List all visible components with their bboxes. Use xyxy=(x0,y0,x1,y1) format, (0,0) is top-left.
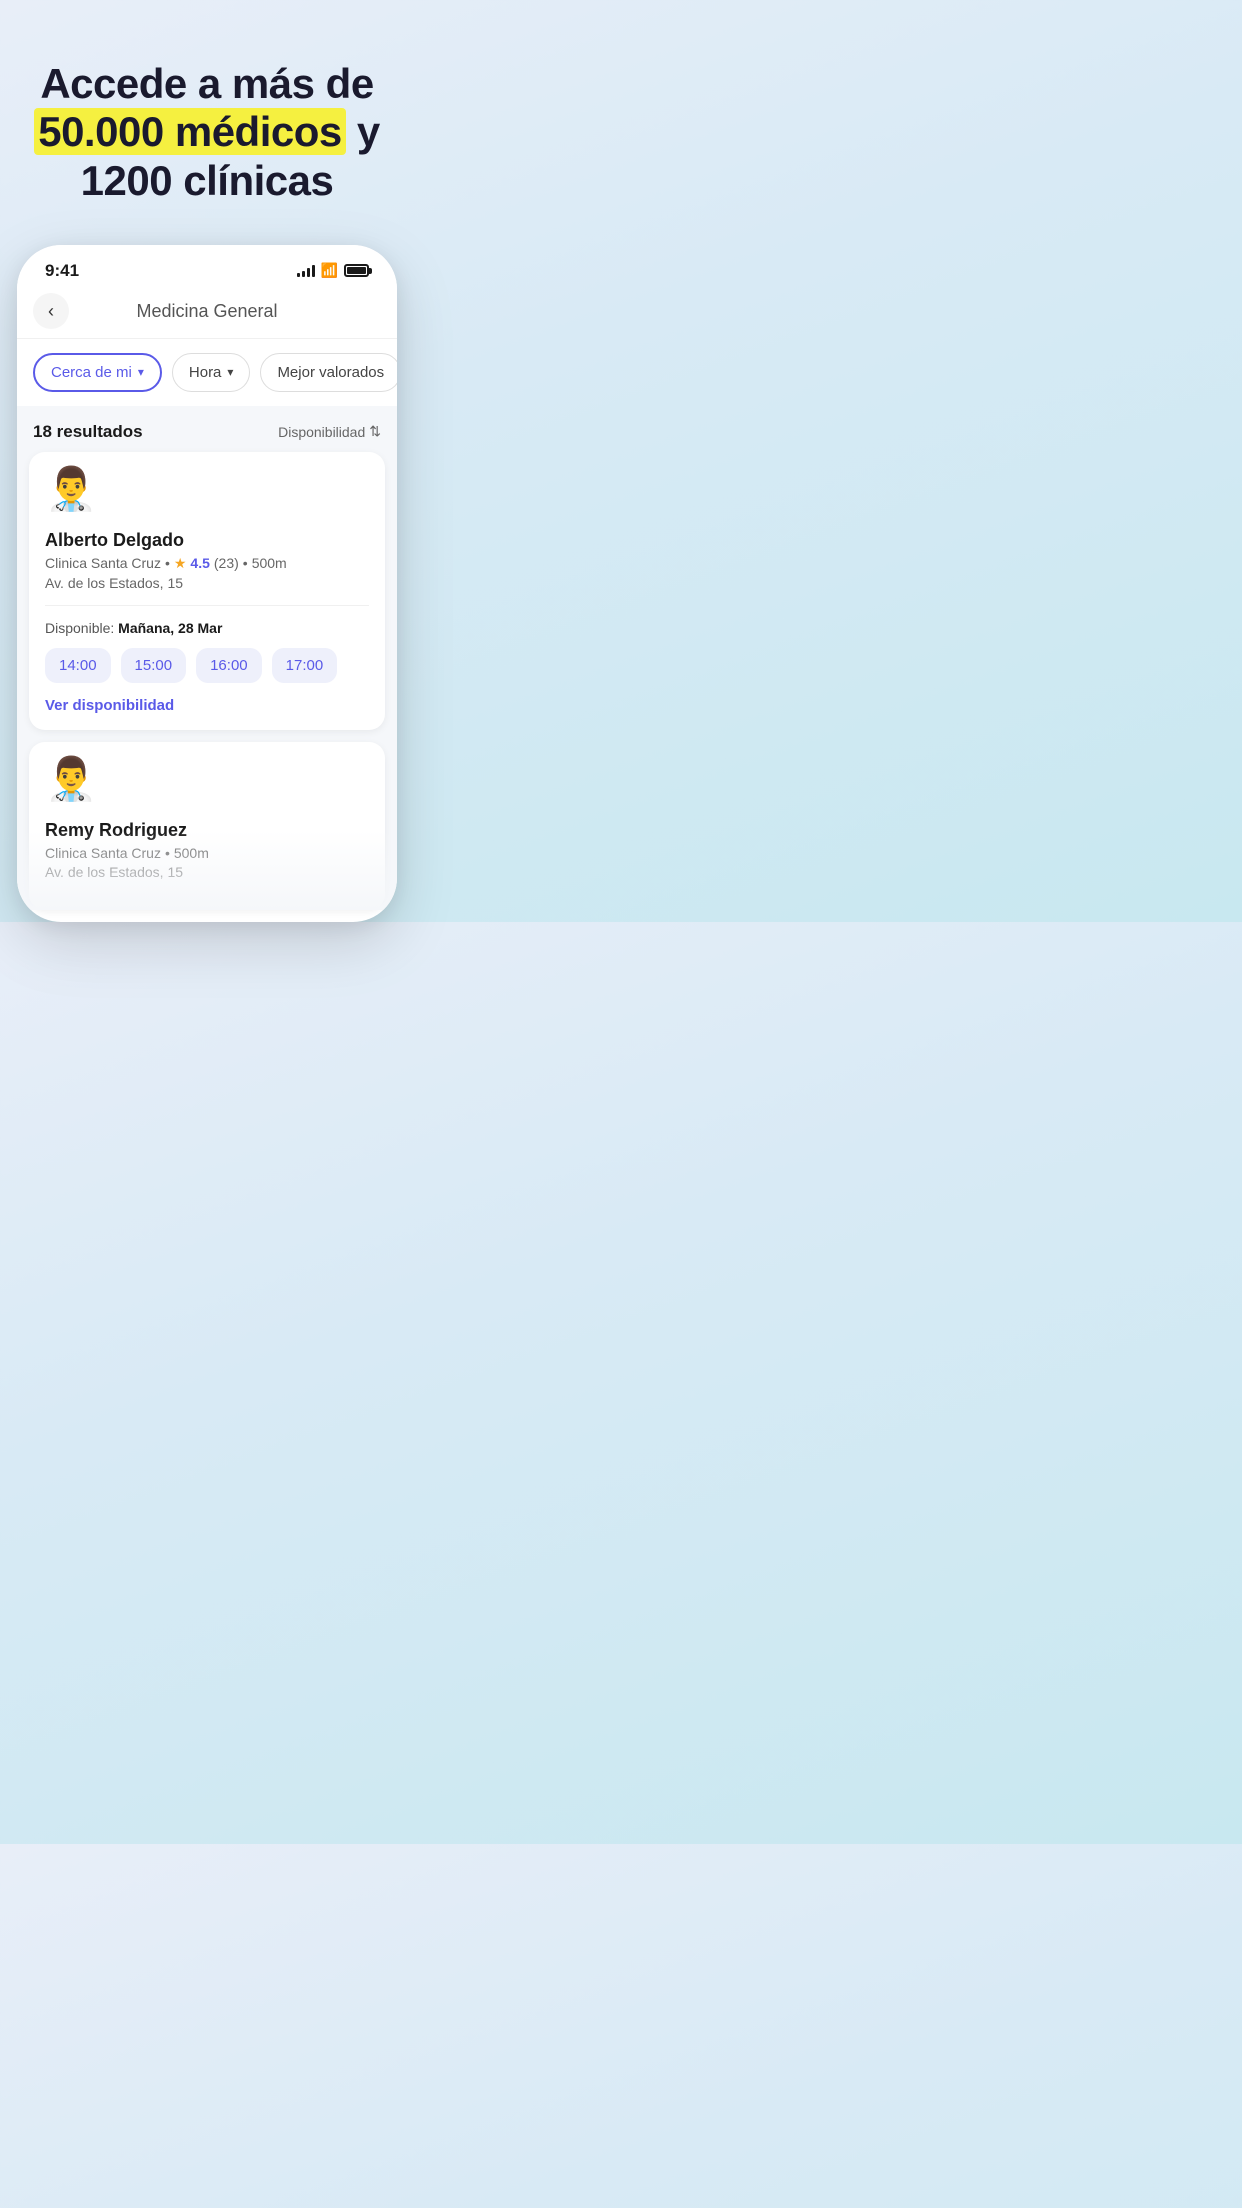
battery-icon xyxy=(344,264,369,277)
doctor-name-2: Remy Rodriguez xyxy=(45,820,369,841)
filter-bar: Cerca de mi ▾ Hora ▾ Mejor valorados xyxy=(17,339,397,406)
back-arrow-icon: ‹ xyxy=(48,302,54,320)
results-section: 18 resultados Disponibilidad ⇅ 👨‍⚕️ Albe… xyxy=(17,406,397,910)
doctor-avatar-1: 👨‍⚕️ xyxy=(45,468,97,520)
signal-icon xyxy=(297,265,315,277)
time-slot-1400[interactable]: 14:00 xyxy=(45,648,111,683)
hero-y: y xyxy=(346,108,380,155)
filter-valorados-label: Mejor valorados xyxy=(277,364,384,381)
doctor-card-2-wrapper: 👨‍⚕️ Remy Rodriguez Clinica Santa Cruz •… xyxy=(17,742,397,910)
distance-2: 500m xyxy=(174,845,209,861)
hero-section: Accede a más de 50.000 médicos y 1200 cl… xyxy=(0,0,414,245)
filter-chip-hora[interactable]: Hora ▾ xyxy=(172,353,251,392)
filter-cerca-label: Cerca de mi xyxy=(51,364,132,381)
filter-chip-valorados[interactable]: Mejor valorados xyxy=(260,353,397,392)
disponible-label-1: Disponible: Mañana, 28 Mar xyxy=(45,620,369,636)
dot-separator-1: • xyxy=(165,555,170,571)
chevron-down-icon-hora: ▾ xyxy=(227,365,233,379)
doctor-name-1: Alberto Delgado xyxy=(45,530,369,551)
disponible-date-1: Mañana, 28 Mar xyxy=(118,620,222,636)
clinic-name-2: Clinica Santa Cruz xyxy=(45,845,161,861)
sort-label: Disponibilidad xyxy=(278,424,365,440)
doctor-meta-1: Clinica Santa Cruz • ★ 4.5 (23) • 500m xyxy=(45,555,369,572)
reviews-1: (23) xyxy=(214,555,239,571)
doctor-address-2: Av. de los Estados, 15 xyxy=(45,864,369,880)
doctor-meta-2: Clinica Santa Cruz • 500m xyxy=(45,845,369,861)
status-icons: 📶 xyxy=(297,262,369,279)
status-bar: 9:41 📶 xyxy=(17,245,397,289)
ver-disponibilidad-1[interactable]: Ver disponibilidad xyxy=(45,697,369,714)
distance-1: 500m xyxy=(252,555,287,571)
results-count: 18 resultados xyxy=(33,422,143,442)
back-button[interactable]: ‹ xyxy=(33,293,69,329)
phone-mockup: 9:41 📶 ‹ Medicina General Cerca de mi ▾ xyxy=(17,245,397,922)
disponible-text-1: Disponible: xyxy=(45,620,118,636)
hero-line3: 1200 clínicas xyxy=(81,157,334,204)
doctor-address-1: Av. de los Estados, 15 xyxy=(45,575,369,591)
hero-title: Accede a más de 50.000 médicos y 1200 cl… xyxy=(30,60,384,205)
filter-hora-label: Hora xyxy=(189,364,222,381)
signal-bar-2 xyxy=(302,271,305,277)
time-slot-1500[interactable]: 15:00 xyxy=(121,648,187,683)
star-icon-1: ★ xyxy=(174,555,187,572)
status-time: 9:41 xyxy=(45,261,79,281)
doctor-avatar-2: 👨‍⚕️ xyxy=(45,758,97,810)
sort-arrows-icon: ⇅ xyxy=(369,423,381,440)
divider-1 xyxy=(45,605,369,606)
signal-bar-4 xyxy=(312,265,315,277)
sort-button[interactable]: Disponibilidad ⇅ xyxy=(278,423,381,440)
wifi-icon: 📶 xyxy=(321,262,338,279)
time-slot-1700[interactable]: 17:00 xyxy=(272,648,338,683)
signal-bar-1 xyxy=(297,273,300,277)
signal-bar-3 xyxy=(307,268,310,277)
dot-separator-3: • xyxy=(165,845,170,861)
rating-1: 4.5 xyxy=(190,555,209,571)
doctor-card-1[interactable]: 👨‍⚕️ Alberto Delgado Clinica Santa Cruz … xyxy=(29,452,385,730)
time-slot-1600[interactable]: 16:00 xyxy=(196,648,262,683)
chevron-down-icon: ▾ xyxy=(138,365,144,379)
filter-chip-cerca[interactable]: Cerca de mi ▾ xyxy=(33,353,162,392)
clinic-name-1: Clinica Santa Cruz xyxy=(45,555,161,571)
results-header: 18 resultados Disponibilidad ⇅ xyxy=(17,406,397,452)
time-slots-1: 14:00 15:00 16:00 17:00 xyxy=(45,648,369,683)
hero-line1: Accede a más de xyxy=(40,60,373,107)
doctor-card-2[interactable]: 👨‍⚕️ Remy Rodriguez Clinica Santa Cruz •… xyxy=(29,742,385,910)
header-title: Medicina General xyxy=(136,301,277,322)
battery-fill xyxy=(347,267,366,274)
dot-separator-2: • xyxy=(243,555,248,571)
app-header: ‹ Medicina General xyxy=(17,289,397,339)
hero-highlight: 50.000 médicos xyxy=(34,108,346,155)
